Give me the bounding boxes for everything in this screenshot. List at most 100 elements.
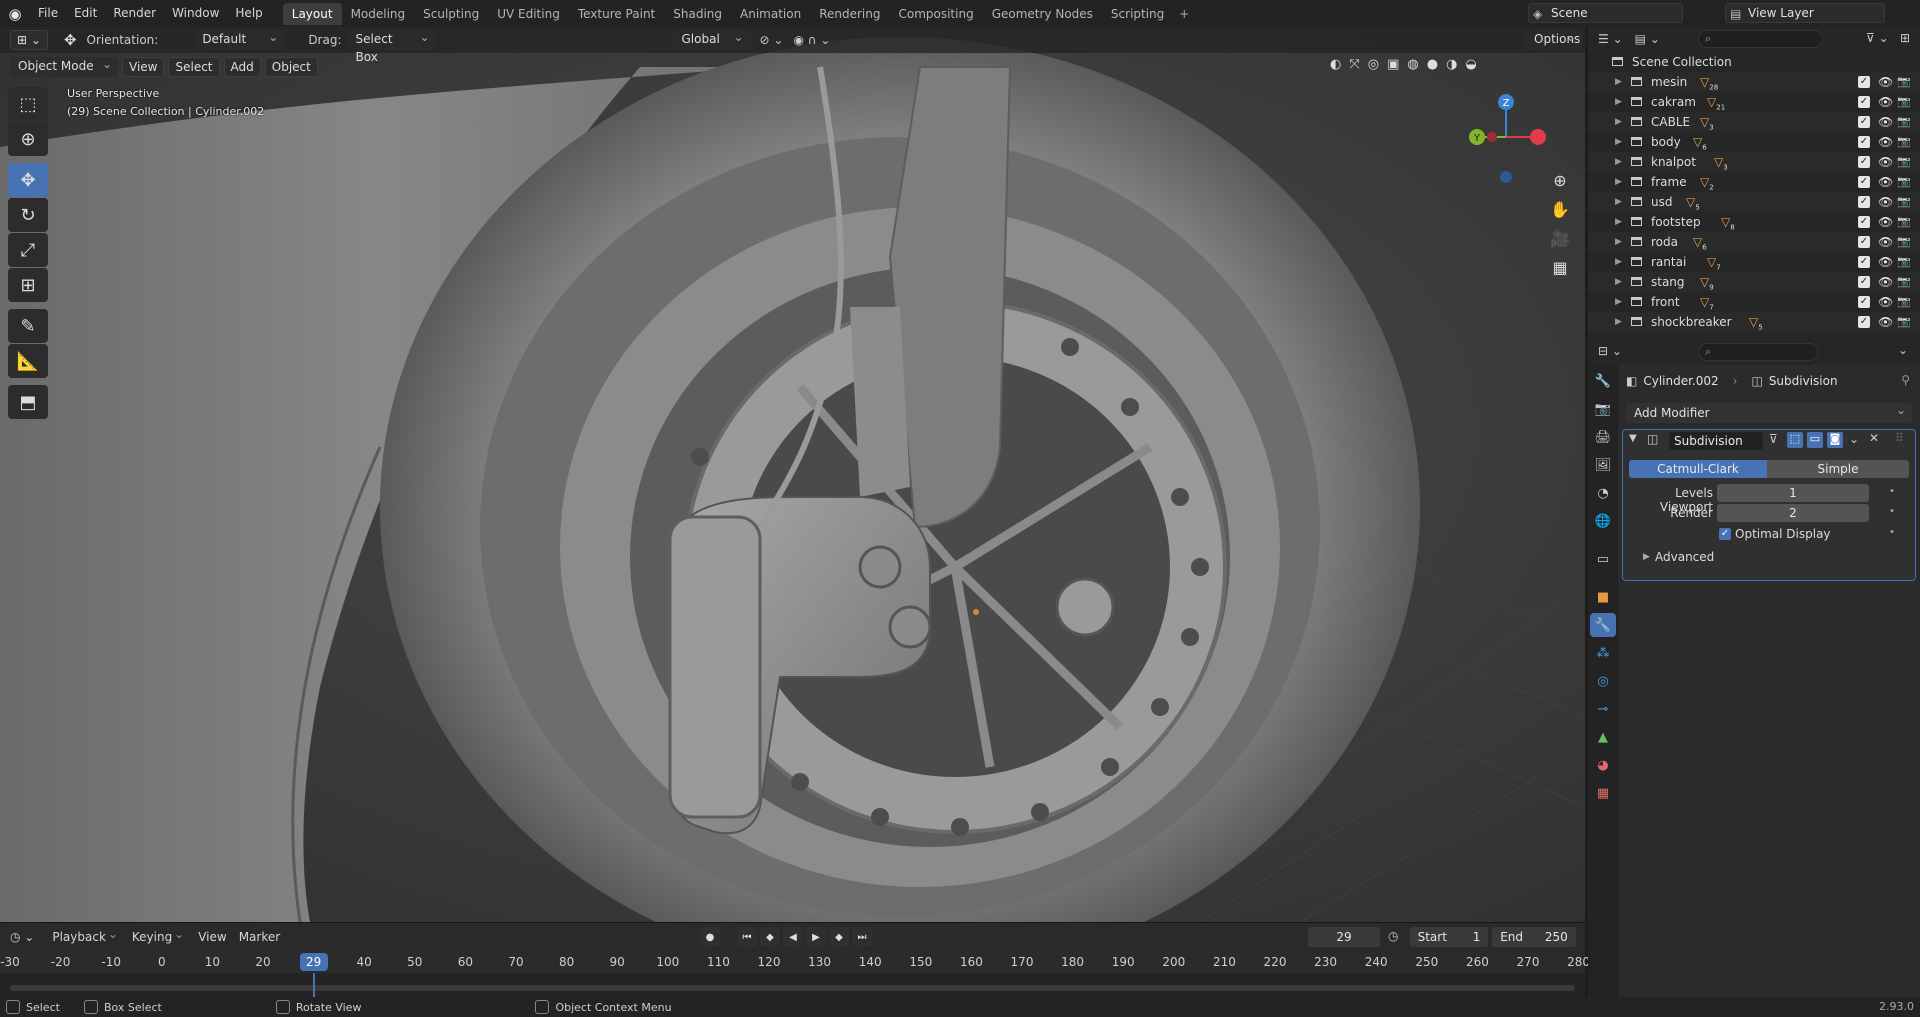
eye-icon[interactable]: 👁 (1878, 192, 1893, 212)
measure-tool-icon[interactable]: 📐 (8, 344, 48, 378)
drag-handle-icon[interactable]: ⠿ (1895, 431, 1904, 445)
menu-window[interactable]: Window (164, 0, 227, 27)
eye-icon[interactable]: 👁 (1878, 132, 1893, 152)
current-frame-marker[interactable]: 29 (299, 953, 328, 971)
tab-texture-paint[interactable]: Texture Paint (569, 3, 664, 25)
render-camera-icon[interactable]: 📷 (1897, 92, 1911, 112)
tab-uv-editing[interactable]: UV Editing (488, 3, 569, 25)
eye-icon[interactable]: 👁 (1878, 232, 1893, 252)
render-camera-icon[interactable]: 📷 (1897, 212, 1911, 232)
catmull-clark-button[interactable]: Catmull-Clark (1629, 460, 1767, 478)
drag-dropdown[interactable]: Select Box (347, 28, 436, 64)
playback-menu[interactable]: Playback (52, 927, 120, 944)
frame-ruler[interactable]: -30 -20 -10 0 10 20 29 40 50 60 70 80 90 100 110 120 130… (0, 951, 1590, 973)
render-tab-icon[interactable]: 📷 (1590, 397, 1616, 421)
keying-menu[interactable]: Keying (132, 927, 186, 944)
eye-icon[interactable]: 👁 (1878, 172, 1893, 192)
play-icon[interactable]: ▶ (806, 927, 826, 947)
shading-wireframe-icon[interactable]: ◍ (1407, 57, 1418, 72)
exclude-checkbox[interactable]: ✓ (1858, 316, 1870, 328)
eye-icon[interactable]: 👁 (1878, 272, 1893, 292)
keyframe-dot-icon[interactable]: • (1889, 486, 1895, 497)
mesh-count-icon[interactable]: ▽5 (1749, 312, 1763, 337)
expand-arrow-icon[interactable]: ▶ (1615, 172, 1622, 192)
start-frame-field[interactable]: Start 1 (1410, 927, 1488, 947)
add-workspace-icon[interactable]: + (1173, 3, 1195, 25)
jump-end-icon[interactable]: ⏭ (852, 927, 872, 947)
eye-icon[interactable]: 👁 (1878, 212, 1893, 232)
exclude-checkbox[interactable]: ✓ (1858, 296, 1870, 308)
pan-hand-icon[interactable]: ✋ (1547, 196, 1573, 222)
tab-sculpting[interactable]: Sculpting (414, 3, 488, 25)
world-tab-icon[interactable]: 🌐 (1590, 509, 1616, 533)
preview-range-icon[interactable]: ◷ (1388, 929, 1398, 943)
scene-selector[interactable]: ◈ Scene (1528, 3, 1683, 23)
exclude-checkbox[interactable]: ✓ (1858, 236, 1870, 248)
gizmo-toggle-icon[interactable]: ⤧ (1349, 57, 1359, 72)
outliner-collection-row[interactable]: ▶ CABLE ▽3 ✓ 👁 📷 (1588, 112, 1920, 132)
expand-arrow-icon[interactable]: ▶ (1615, 152, 1622, 172)
transform-space-dropdown[interactable]: Global (673, 28, 750, 50)
eye-icon[interactable]: 👁 (1878, 152, 1893, 172)
tab-geometry-nodes[interactable]: Geometry Nodes (983, 3, 1102, 25)
render-levels-field[interactable]: 2 (1717, 504, 1869, 522)
expand-arrow-icon[interactable]: ▶ (1615, 112, 1622, 132)
playhead-line[interactable] (312, 973, 315, 998)
outliner-collection-row[interactable]: ▶ knalpot ▽3 ✓ 👁 📷 (1588, 152, 1920, 172)
modifier-name-field[interactable]: Subdivision (1669, 432, 1763, 450)
particles-tab-icon[interactable]: ⁂ (1590, 641, 1616, 665)
render-camera-icon[interactable]: 📷 (1897, 112, 1911, 132)
outliner-collection-row[interactable]: ▶ rantai ▽7 ✓ 👁 📷 (1588, 252, 1920, 272)
overlay-icon[interactable]: ◎ (1368, 57, 1379, 72)
prev-keyframe-icon[interactable]: ◆ (760, 927, 780, 947)
keyframe-dot-icon[interactable]: • (1889, 506, 1895, 517)
object-tab-icon[interactable]: ■ (1590, 585, 1616, 609)
camera-view-icon[interactable]: 🎥 (1547, 225, 1573, 251)
rotate-tool-icon[interactable]: ↻ (8, 198, 48, 232)
tab-compositing[interactable]: Compositing (889, 3, 982, 25)
tab-scripting[interactable]: Scripting (1102, 3, 1173, 25)
outliner-collection-row[interactable]: ▶ roda ▽6 ✓ 👁 📷 (1588, 232, 1920, 252)
play-reverse-icon[interactable]: ◀ (783, 927, 803, 947)
outliner-collection-row[interactable]: ▶ frame ▽2 ✓ 👁 📷 (1588, 172, 1920, 192)
display-mode-icon[interactable]: ▤ ⌄ (1635, 32, 1660, 46)
xray-icon[interactable]: ▣ (1387, 57, 1399, 72)
outliner-collection-row[interactable]: ▶ stang ▽9 ✓ 👁 📷 (1588, 272, 1920, 292)
scene-tab-icon[interactable]: ◔ (1590, 481, 1616, 505)
options-dropdown[interactable]: Options (1526, 28, 1582, 50)
render-camera-icon[interactable]: 📷 (1897, 272, 1911, 292)
render-camera-icon[interactable]: 📷 (1897, 312, 1911, 332)
exclude-checkbox[interactable]: ✓ (1858, 136, 1870, 148)
expand-arrow-icon[interactable]: ▶ (1615, 72, 1622, 92)
mode-dropdown[interactable]: Object Mode (10, 55, 118, 77)
modifier-tab-icon[interactable]: 🔧 (1590, 613, 1616, 637)
add-cube-tool-icon[interactable]: ⬒ (8, 385, 48, 419)
eye-icon[interactable]: 👁 (1878, 252, 1893, 272)
outliner-collection-row[interactable]: ▶ shockbreaker ▽5 ✓ 👁 📷 (1588, 312, 1920, 332)
edit-mode-toggle-icon[interactable]: ⬚ (1787, 432, 1803, 448)
levels-viewport-field[interactable]: 1 (1717, 484, 1869, 502)
outliner-root-row[interactable]: Scene Collection (1588, 52, 1920, 72)
menu-object[interactable]: Object (264, 57, 318, 77)
end-frame-field[interactable]: End 250 (1492, 927, 1576, 947)
modifier-menu-icon[interactable]: ⌄ (1849, 432, 1859, 446)
pin-icon[interactable]: ⚲ (1901, 373, 1910, 387)
tab-layout[interactable]: Layout (282, 2, 342, 25)
move-tool-icon[interactable]: ✥ (8, 163, 48, 197)
zoom-icon[interactable]: ⊕ (1547, 167, 1573, 193)
render-camera-icon[interactable]: 📷 (1897, 172, 1911, 192)
exclude-checkbox[interactable]: ✓ (1858, 256, 1870, 268)
tab-modeling[interactable]: Modeling (342, 3, 415, 25)
menu-view[interactable]: View (122, 57, 165, 77)
render-toggle-icon[interactable]: ◙ (1827, 432, 1843, 448)
menu-render[interactable]: Render (105, 0, 164, 27)
physics-tab-icon[interactable]: ◎ (1590, 669, 1616, 693)
cursor-tool-icon[interactable]: ⊕ (8, 122, 48, 156)
keyframe-dot-icon[interactable]: • (1889, 527, 1895, 538)
tab-animation[interactable]: Animation (731, 3, 810, 25)
new-collection-icon[interactable]: ⊞ (1900, 31, 1910, 45)
transform-pivot-icon[interactable]: ✥ (64, 31, 77, 49)
timeline-view-menu[interactable]: View (198, 930, 226, 944)
collapse-arrow-icon[interactable]: ▼ (1629, 433, 1637, 444)
next-keyframe-icon[interactable]: ◆ (829, 927, 849, 947)
